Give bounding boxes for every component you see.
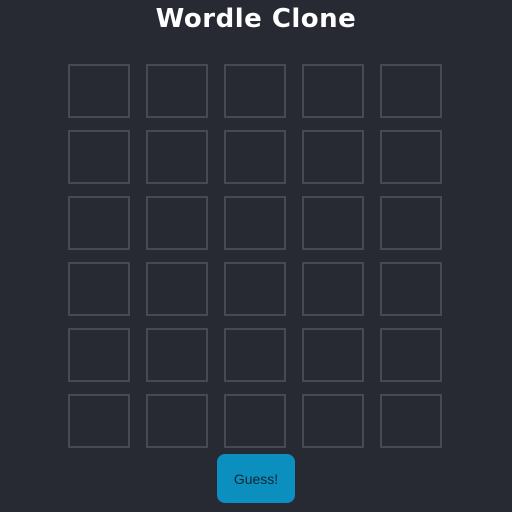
letter-tile [302,262,364,316]
letter-tile [68,328,130,382]
letter-tile [224,64,286,118]
letter-tile [68,262,130,316]
letter-tile [224,130,286,184]
letter-tile [380,130,442,184]
letter-tile [68,64,130,118]
letter-tile [146,196,208,250]
letter-tile [146,328,208,382]
letter-tile [224,262,286,316]
letter-tile [302,196,364,250]
letter-tile [68,130,130,184]
letter-tile [224,196,286,250]
letter-tile [380,196,442,250]
letter-tile [146,262,208,316]
letter-tile [380,328,442,382]
letter-tile [380,64,442,118]
letter-tile [302,64,364,118]
letter-tile [224,328,286,382]
letter-tile [302,328,364,382]
letter-tile [302,130,364,184]
letter-tile [224,394,286,448]
letter-tile [68,196,130,250]
letter-tile [302,394,364,448]
page-title: Wordle Clone [155,4,357,34]
letter-tile [146,130,208,184]
letter-tile [146,394,208,448]
guess-button[interactable]: Guess! [217,454,295,503]
letter-tile [380,262,442,316]
letter-tile [146,64,208,118]
wordle-page: Wordle Clone Guess! [0,0,512,512]
guess-grid [68,64,442,448]
letter-tile [68,394,130,448]
letter-tile [380,394,442,448]
